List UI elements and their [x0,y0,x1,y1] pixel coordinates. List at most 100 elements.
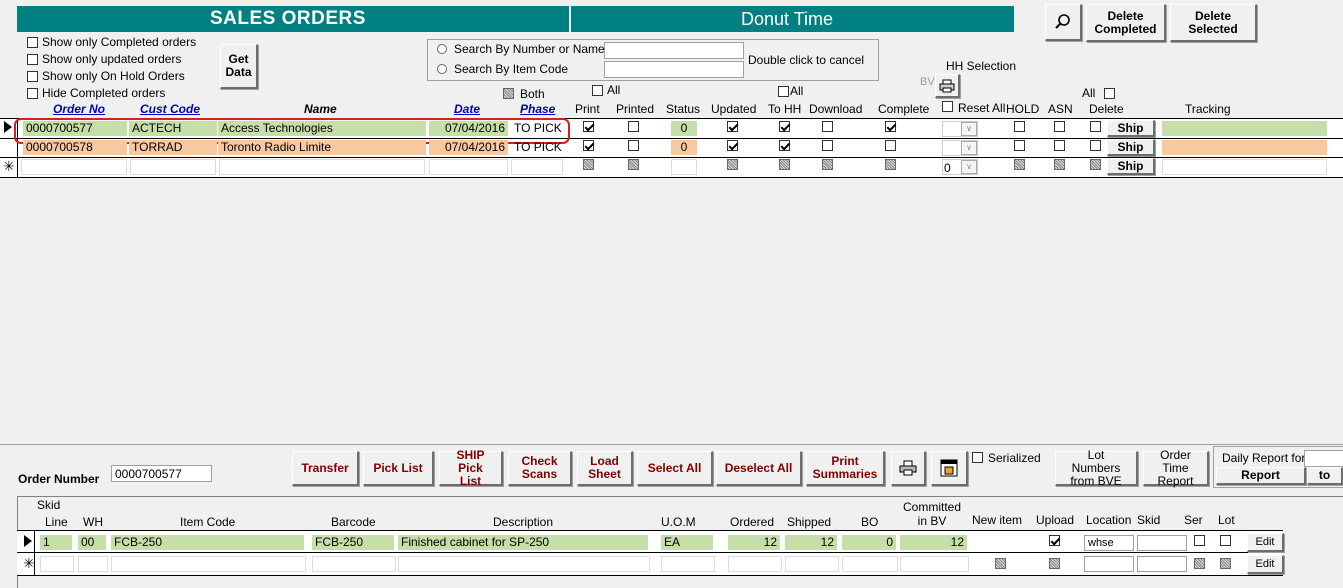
transfer-button[interactable]: Transfer [292,451,359,486]
tracking-cell[interactable] [1162,140,1327,155]
complete-checkbox[interactable] [885,140,896,151]
description-cell[interactable]: Finished cabinet for SP-250 [398,535,648,550]
new-hold-checkbox[interactable] [1014,159,1025,170]
col-phase[interactable]: Phase [520,102,555,116]
print-summaries-button[interactable]: Print Summaries [806,451,885,486]
new-lot-checkbox[interactable] [1220,558,1231,569]
delete-all-checkbox[interactable] [1104,88,1115,99]
download-checkbox[interactable] [822,140,833,151]
delete-checkbox[interactable] [1090,140,1101,151]
order-number-field[interactable]: 0000700577 [111,465,212,482]
load-sheet-button[interactable]: Load Sheet [577,451,633,486]
new-phase[interactable] [511,159,563,175]
phase-cell[interactable]: TO PICK [511,140,565,155]
search-by-number-radio[interactable] [437,44,447,54]
search-number-input[interactable] [604,42,744,59]
hold-checkbox[interactable] [1014,121,1025,132]
new-wh[interactable] [78,556,108,572]
ship-button[interactable]: Ship [1107,158,1155,175]
new-uom[interactable] [661,556,715,572]
col-date[interactable]: Date [454,102,480,116]
new-ser-checkbox[interactable] [1194,558,1205,569]
print-checkbox[interactable] [583,121,594,132]
bo-cell[interactable]: 0 [842,535,896,550]
new-skid[interactable] [1137,556,1187,572]
lot-numbers-button[interactable]: Lot Numbers from BVE [1055,448,1138,487]
check-scans-button[interactable]: Check Scans [508,451,572,486]
new-to-hh-checkbox[interactable] [779,159,790,170]
col-cust-code[interactable]: Cust Code [140,102,200,116]
search-by-item-radio[interactable] [437,64,447,74]
hold-checkbox[interactable] [1014,140,1025,151]
date-cell[interactable]: 07/04/2016 [429,140,508,155]
ordered-cell[interactable]: 12 [728,535,780,550]
printed-all-checkbox[interactable] [592,85,603,96]
location-field[interactable]: whse [1084,535,1134,551]
new-line[interactable] [40,556,74,572]
barcode-cell[interactable]: FCB-250 [312,535,394,550]
delete-checkbox[interactable] [1090,121,1101,132]
name-cell[interactable]: Toronto Radio Limite [218,140,426,155]
new-newitem-checkbox[interactable] [995,558,1006,569]
delete-selected-button[interactable]: Delete Selected [1170,4,1257,42]
show-on-hold-checkbox[interactable] [27,71,38,82]
printed-checkbox[interactable] [628,140,639,151]
committed-cell[interactable]: 12 [900,535,967,550]
ship-button[interactable]: Ship [1107,139,1155,156]
hh-dropdown-arrow[interactable]: ∨ [961,122,977,136]
upload-checkbox[interactable] [1049,535,1060,546]
new-bo[interactable] [842,556,898,572]
asn-checkbox[interactable] [1054,121,1065,132]
tohh-all-checkbox[interactable] [778,86,789,97]
new-download-checkbox[interactable] [822,159,833,170]
download-checkbox[interactable] [822,121,833,132]
skid-field[interactable] [1137,535,1187,551]
order-time-report-button[interactable]: Order Time Report [1143,448,1209,487]
print-button[interactable] [891,451,926,486]
new-tracking[interactable] [1162,159,1327,175]
ser-checkbox[interactable] [1194,535,1205,546]
asn-checkbox[interactable] [1054,140,1065,151]
show-completed-checkbox[interactable] [27,37,38,48]
report-button[interactable]: Report [1216,467,1306,485]
search-button[interactable] [1045,4,1082,41]
new-cust-code[interactable] [130,159,216,175]
new-order-no[interactable] [21,159,127,175]
hide-completed-checkbox[interactable] [27,88,38,99]
tracking-cell[interactable] [1162,121,1327,136]
pick-list-button[interactable]: Pick List [363,451,434,486]
new-complete-checkbox[interactable] [885,159,896,170]
new-location[interactable] [1084,556,1134,572]
reset-all-checkbox[interactable] [942,101,953,112]
delete-completed-button[interactable]: Delete Completed [1086,4,1166,42]
print-checkbox[interactable] [583,140,594,151]
new-date[interactable] [429,159,508,175]
to-hh-checkbox[interactable] [779,121,790,132]
hh-dropdown-arrow[interactable]: ∨ [961,160,977,174]
new-name[interactable] [219,159,425,175]
show-updated-checkbox[interactable] [27,54,38,65]
complete-checkbox[interactable] [885,121,896,132]
new-ordered[interactable] [728,556,782,572]
printed-checkbox[interactable] [628,121,639,132]
new-print-checkbox[interactable] [583,159,594,170]
new-shipped[interactable] [785,556,839,572]
new-delete-checkbox[interactable] [1090,159,1101,170]
shipped-cell[interactable]: 12 [785,535,837,550]
get-data-button[interactable]: Get Data [220,44,258,89]
new-barcode[interactable] [312,556,396,572]
ship-pick-list-button[interactable]: SHIP Pick List [439,448,503,487]
to-hh-checkbox[interactable] [779,140,790,151]
new-item-code[interactable] [111,556,306,572]
search-item-input[interactable] [604,61,744,78]
both-checkbox[interactable] [503,88,514,99]
edit-button[interactable]: Edit [1247,533,1284,552]
hh-print-button[interactable] [935,74,960,98]
report-to-button[interactable]: to [1307,467,1343,485]
new-printed-checkbox[interactable] [628,159,639,170]
lot-checkbox[interactable] [1220,535,1231,546]
item-code-cell[interactable]: FCB-250 [111,535,304,550]
edit-button[interactable]: Edit [1247,555,1284,574]
col-order-no[interactable]: Order No [53,102,105,116]
new-updated-checkbox[interactable] [727,159,738,170]
